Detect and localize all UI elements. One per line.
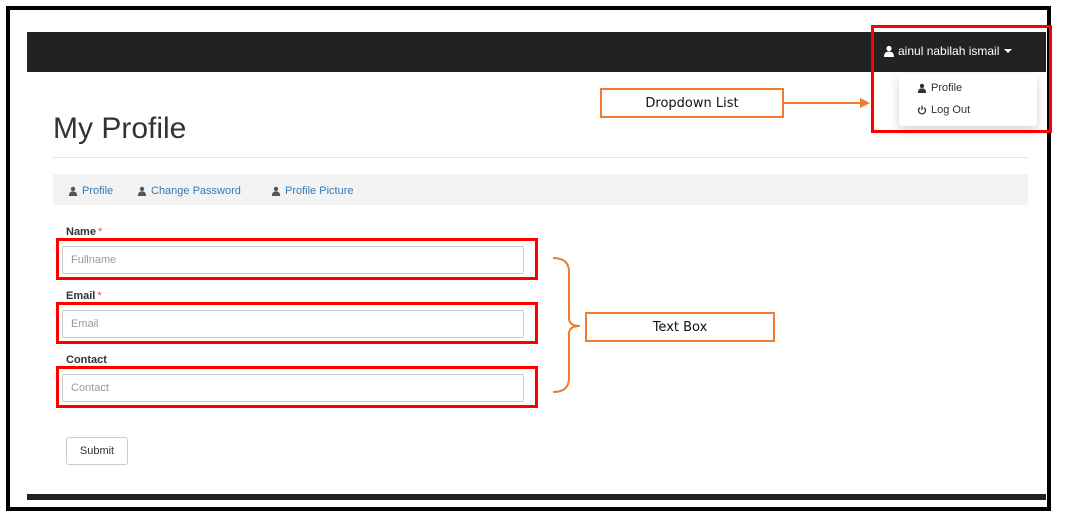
email-input[interactable] <box>62 310 524 338</box>
user-dropdown-menu: Profile Log Out <box>899 74 1037 126</box>
annotation-dropdown-list: Dropdown List <box>600 88 784 118</box>
required-asterisk: * <box>97 290 102 302</box>
user-icon <box>884 45 894 57</box>
dropdown-item-profile[interactable]: Profile <box>917 82 962 94</box>
name-label: Name * <box>66 226 103 238</box>
subnav-link-label: Change Password <box>151 185 241 197</box>
user-icon <box>271 186 281 196</box>
email-label: Email * <box>66 290 102 302</box>
user-icon <box>917 83 927 93</box>
contact-input[interactable] <box>62 374 524 402</box>
subnav-link-profile-picture[interactable]: Profile Picture <box>271 185 353 197</box>
subnav-link-label: Profile <box>82 185 114 197</box>
power-icon <box>917 105 927 115</box>
required-asterisk: * <box>97 226 103 238</box>
annotation-text-box: Text Box <box>585 312 775 342</box>
fullname-input[interactable] <box>62 246 524 274</box>
subnav-link-change-password[interactable]: Change Password <box>137 185 241 197</box>
user-icon <box>137 186 147 196</box>
title-divider <box>53 157 1028 158</box>
submit-button[interactable]: Submit <box>66 437 128 465</box>
dropdown-item-label: Log Out <box>931 104 971 116</box>
dropdown-item-logout[interactable]: Log Out <box>917 104 970 116</box>
caret-down-icon <box>1004 49 1013 53</box>
subnav-link-profile[interactable]: Profile <box>68 185 113 197</box>
page-title: My Profile <box>53 112 187 145</box>
user-menu-toggle[interactable]: ainul nabilah ismail <box>883 40 1013 62</box>
user-icon <box>68 186 78 196</box>
subnav-link-label: Profile Picture <box>285 185 354 197</box>
contact-label: Contact <box>66 354 107 366</box>
dropdown-item-label: Profile <box>931 82 963 94</box>
bottom-bar <box>27 494 1046 500</box>
user-name: ainul nabilah ismail <box>898 44 1000 58</box>
